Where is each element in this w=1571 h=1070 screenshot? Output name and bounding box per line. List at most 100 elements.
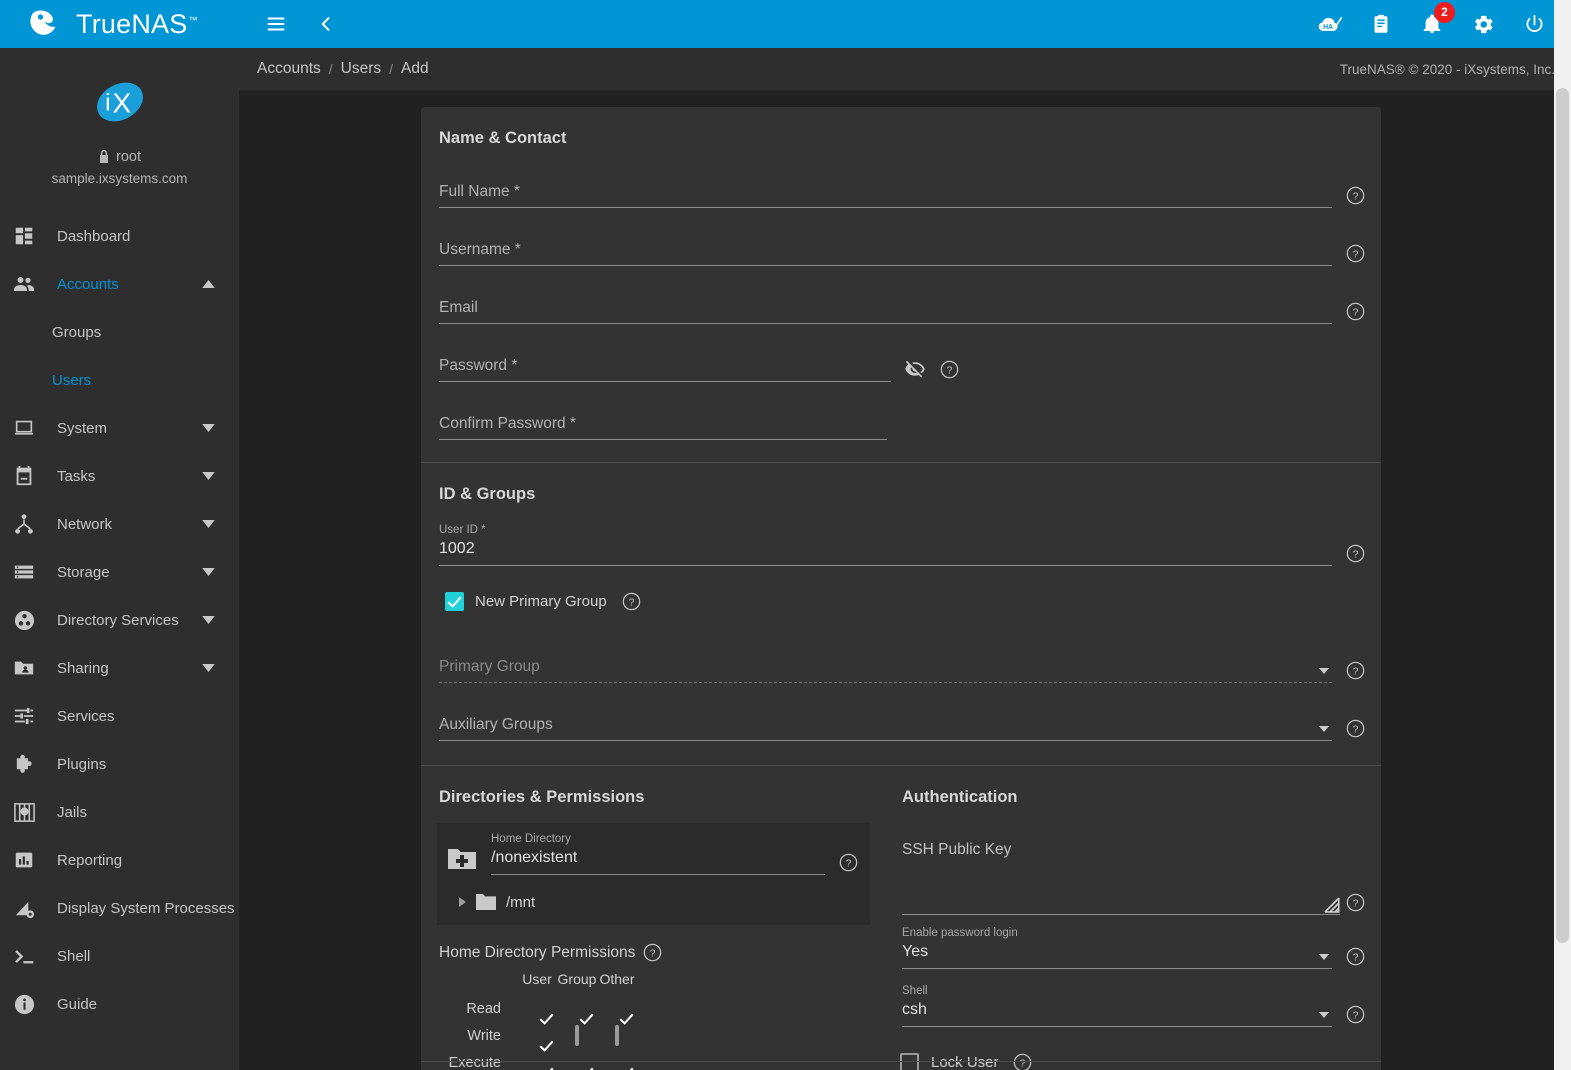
permissions-col-other: Other xyxy=(599,971,635,987)
chevron-down-icon[interactable] xyxy=(195,415,221,441)
puzzle-icon xyxy=(10,750,38,778)
permissions-col-user: User xyxy=(522,971,552,987)
brand-title: TrueNAS™ xyxy=(76,8,198,39)
gear-icon[interactable] xyxy=(1470,11,1496,37)
network-icon xyxy=(10,510,38,538)
chevron-down-icon[interactable] xyxy=(195,607,221,633)
sidebar-item-sharing[interactable]: Sharing xyxy=(0,644,239,692)
chevron-down-icon[interactable] xyxy=(195,655,221,681)
username-input[interactable]: Username * xyxy=(439,218,1332,266)
sidebar-item-jails[interactable]: Jails xyxy=(0,788,239,836)
permissions-row-write: Write xyxy=(445,1022,637,1050)
help-icon[interactable]: ? xyxy=(1346,1005,1365,1024)
chevron-down-icon[interactable] xyxy=(195,559,221,585)
help-icon[interactable]: ? xyxy=(1346,244,1365,263)
permissions-row-read: Read xyxy=(445,996,637,1022)
sidebar-item-storage[interactable]: Storage xyxy=(0,548,239,596)
svg-text:?: ? xyxy=(1353,667,1359,678)
sliders-icon xyxy=(10,702,38,730)
sidebar-nav: Dashboard Accounts Groups Users System T… xyxy=(0,212,239,1028)
section-title: Name & Contact xyxy=(439,129,567,147)
chevron-up-icon[interactable] xyxy=(195,271,221,297)
confirm-password-input[interactable]: Confirm Password * xyxy=(439,392,887,440)
sidebar-item-guide[interactable]: Guide xyxy=(0,980,239,1028)
storage-icon xyxy=(10,558,38,586)
help-icon[interactable]: ? xyxy=(1346,893,1365,912)
directory-tree-label: /mnt xyxy=(506,893,536,911)
shell-select[interactable]: Shell csh xyxy=(902,979,1332,1027)
help-icon[interactable]: ? xyxy=(1346,947,1365,966)
password-input[interactable]: Password * xyxy=(439,334,891,382)
help-icon[interactable]: ? xyxy=(1346,544,1365,563)
sidebar-item-reporting[interactable]: Reporting xyxy=(0,836,239,884)
help-icon[interactable]: ? xyxy=(622,592,641,611)
sidebar-item-shell[interactable]: Shell xyxy=(0,932,239,980)
breadcrumb: Accounts / Users / Add xyxy=(249,60,437,78)
breadcrumb-item-accounts[interactable]: Accounts xyxy=(249,60,329,78)
sidebar-item-plugins[interactable]: Plugins xyxy=(0,740,239,788)
home-directory-input[interactable]: Home Directory /nonexistent xyxy=(491,833,825,875)
directory-tree-node-mnt[interactable]: /mnt xyxy=(447,893,858,911)
expand-triangle-icon[interactable] xyxy=(459,897,466,907)
ssh-public-key-textarea[interactable] xyxy=(902,859,1340,915)
permissions-table: User Group Other Read Write Execute xyxy=(445,971,637,1070)
hostname-label: sample.ixsystems.com xyxy=(51,171,188,186)
sidebar-item-dashboard[interactable]: Dashboard xyxy=(0,212,239,260)
sidebar-item-directory-services[interactable]: Directory Services xyxy=(0,596,239,644)
auxiliary-groups-select[interactable]: Auxiliary Groups xyxy=(439,693,1332,741)
clipboard-icon[interactable] xyxy=(1368,11,1394,37)
sidebar-item-display-system-processes[interactable]: Display System Processes xyxy=(0,884,239,932)
full-name-input[interactable]: Full Name * xyxy=(439,160,1332,208)
resize-grip-icon[interactable] xyxy=(1324,897,1340,913)
auxiliary-groups-label: Auxiliary Groups xyxy=(439,716,553,733)
perm-write-group-checkbox[interactable] xyxy=(575,1025,579,1046)
top-toolbar: HA 2 xyxy=(239,0,1571,48)
bell-icon[interactable]: 2 xyxy=(1419,2,1455,37)
sidebar-item-label: Dashboard xyxy=(57,227,131,245)
page-scrollbar[interactable] xyxy=(1554,0,1571,1070)
help-icon[interactable]: ? xyxy=(643,943,662,962)
home-directory-label: Home Directory xyxy=(491,833,571,845)
perm-write-other-checkbox[interactable] xyxy=(615,1025,619,1046)
breadcrumb-item-users[interactable]: Users xyxy=(333,60,389,78)
folder-add-icon[interactable] xyxy=(447,846,477,872)
sidebar-item-tasks[interactable]: Tasks xyxy=(0,452,239,500)
sidebar-item-system[interactable]: System xyxy=(0,404,239,452)
hamburger-icon[interactable] xyxy=(263,11,289,37)
user-id-input[interactable]: User ID * 1002 xyxy=(439,510,1332,566)
help-icon[interactable]: ? xyxy=(940,360,959,379)
form-scroll-area[interactable]: Name & Contact Full Name * ? Username * … xyxy=(239,91,1571,1070)
sidebar-item-services[interactable]: Services xyxy=(0,692,239,740)
help-icon[interactable]: ? xyxy=(839,853,858,872)
eye-off-icon[interactable] xyxy=(904,358,926,380)
enable-password-login-value: Yes xyxy=(902,943,929,960)
brand-trademark: ™ xyxy=(188,14,198,25)
field-enable-password-login: Enable password login Yes ? xyxy=(900,921,1365,969)
sidebar-item-groups[interactable]: Groups xyxy=(0,308,239,356)
sidebar-item-label: Display System Processes xyxy=(57,899,235,917)
chevron-left-icon[interactable] xyxy=(313,11,339,37)
page-scrollbar-thumb[interactable] xyxy=(1556,88,1569,943)
ha-status-icon[interactable]: HA xyxy=(1317,11,1343,37)
section-title: Authentication xyxy=(902,788,1018,806)
sidebar-item-accounts[interactable]: Accounts xyxy=(0,260,239,308)
help-icon[interactable]: ? xyxy=(1346,719,1365,738)
add-user-form-card: Name & Contact Full Name * ? Username * … xyxy=(421,107,1381,1070)
sidebar-item-users[interactable]: Users xyxy=(0,356,239,404)
primary-group-select[interactable]: Primary Group xyxy=(439,635,1332,683)
help-icon[interactable]: ? xyxy=(1346,302,1365,321)
chevron-down-icon[interactable] xyxy=(195,463,221,489)
chevron-down-icon[interactable] xyxy=(195,511,221,537)
email-input[interactable]: Email xyxy=(439,276,1332,324)
svg-text:X: X xyxy=(112,87,131,118)
help-icon[interactable]: ? xyxy=(1346,661,1365,680)
new-primary-group-checkbox[interactable] xyxy=(445,592,464,611)
sidebar-item-label: System xyxy=(57,419,108,437)
sidebar-item-network[interactable]: Network xyxy=(0,500,239,548)
enable-password-login-select[interactable]: Enable password login Yes xyxy=(902,921,1332,969)
help-icon[interactable]: ? xyxy=(1346,186,1365,205)
svg-text:?: ? xyxy=(846,859,852,870)
section-title: ID & Groups xyxy=(439,485,536,503)
power-icon[interactable] xyxy=(1521,11,1547,37)
ix-identity-block: i X root sample.ixsystems.com xyxy=(0,48,239,186)
